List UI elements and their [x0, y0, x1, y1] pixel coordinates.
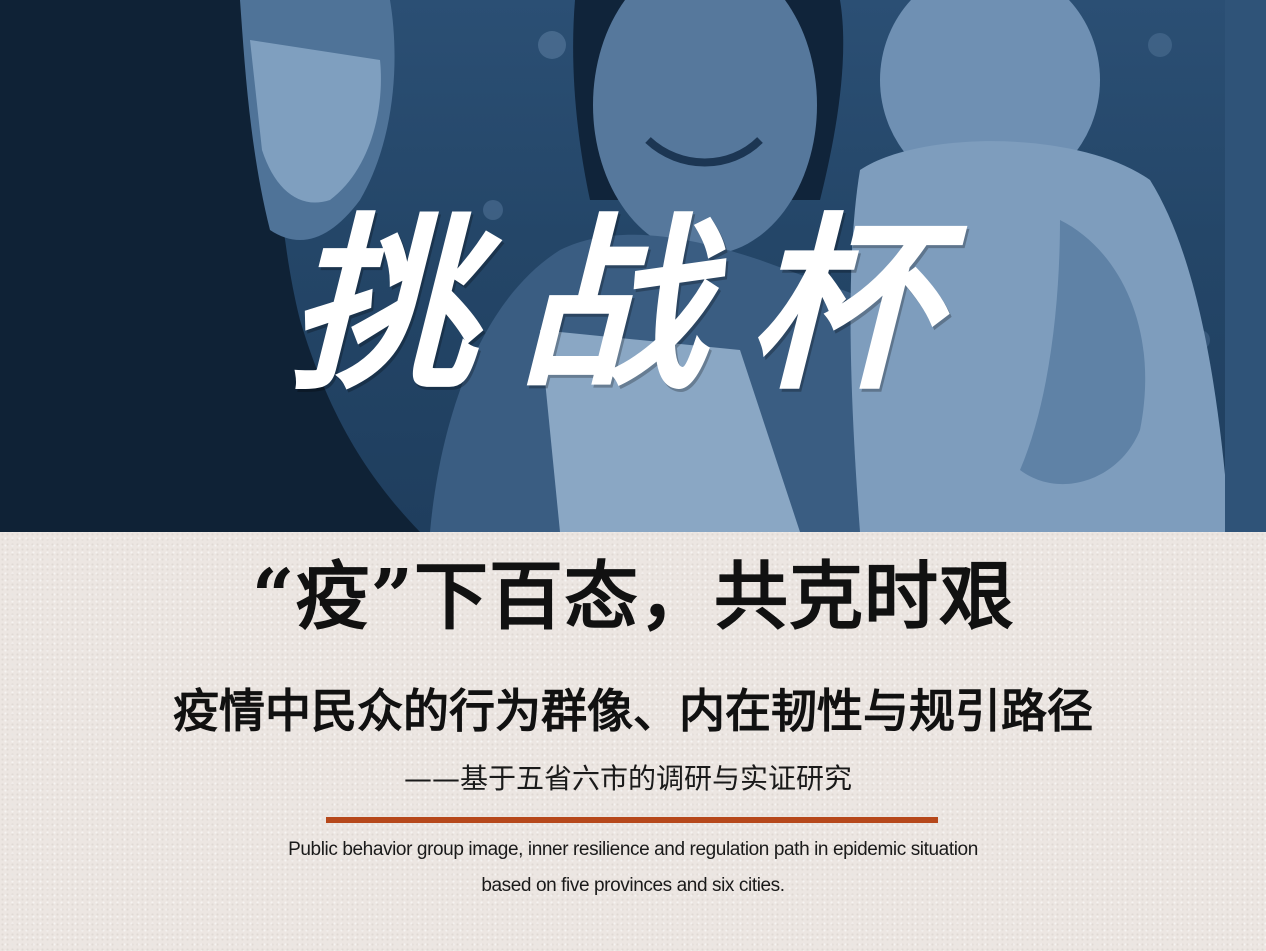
main-title: “疫”下百态，共克时艰 [251, 554, 1015, 640]
cover-page: 挑战杯 “疫”下百态，共克时艰 疫情中民众的行为群像、内在韧性与规引路径 ——基… [0, 0, 1266, 951]
english-title-line-1: Public behavior group image, inner resil… [288, 839, 978, 860]
accent-divider [326, 817, 938, 823]
english-title-line-2: based on five provinces and six cities. [481, 875, 785, 896]
research-basis-line: ——基于五省六市的调研与实证研究 [403, 762, 852, 795]
subtitle: 疫情中民众的行为群像、内在韧性与规引路径 [173, 684, 1093, 738]
hero-photo: 挑战杯 [0, 0, 1266, 532]
calligraphy-title: 挑战杯 [288, 195, 978, 416]
